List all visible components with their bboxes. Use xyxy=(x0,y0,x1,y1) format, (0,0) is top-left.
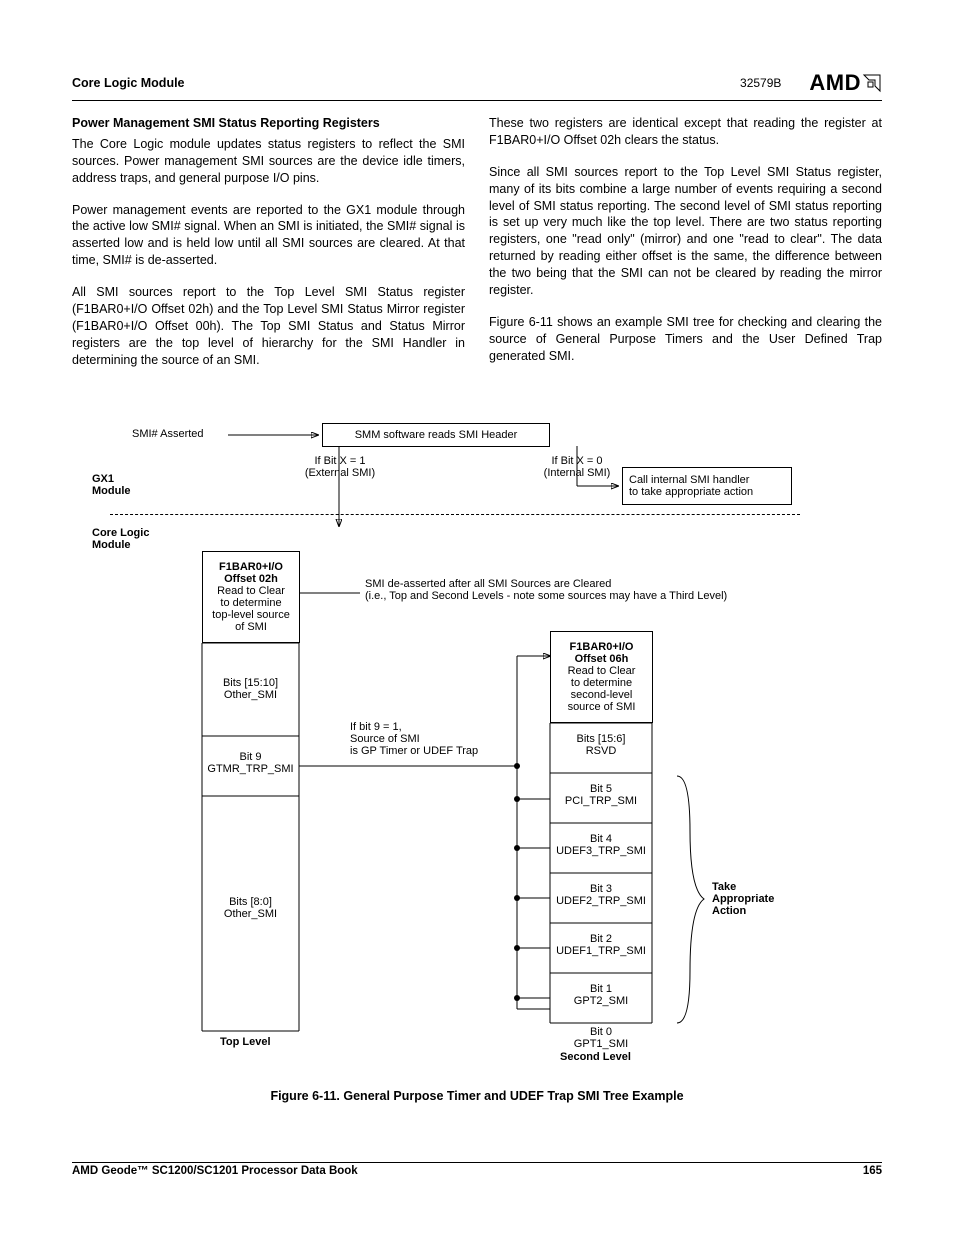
label-ifbit9: If bit 9 = 1, Source of SMI is GP Timer … xyxy=(350,721,478,757)
lbl-lvl-top: Top Level xyxy=(220,1036,271,1048)
lbl-sec-bit1: Bit 1GPT2_SMI xyxy=(550,983,652,1007)
lbl-sec-bit0: Bit 0GPT1_SMI xyxy=(550,1026,652,1050)
lbl-sec-rsvd: Bits [15:6]RSVD xyxy=(550,733,652,757)
box-smm-reads: SMM software reads SMI Header xyxy=(322,423,550,447)
lbl-action: Take Appropriate Action xyxy=(712,881,774,917)
label-bitx1: If Bit X = 1(External SMI) xyxy=(282,455,398,479)
label-smi: SMI# Asserted xyxy=(132,428,204,440)
paragraph: Power management events are reported to … xyxy=(72,202,465,270)
paragraph: The Core Logic module updates status reg… xyxy=(72,136,465,187)
label-bitx0: If Bit X = 0(Internal SMI) xyxy=(522,455,632,479)
subheading: Power Management SMI Status Reporting Re… xyxy=(72,115,465,132)
paragraph: All SMI sources report to the Top Level … xyxy=(72,284,465,368)
lbl-sec-bit5: Bit 5PCI_TRP_SMI xyxy=(550,783,652,807)
paragraph: Since all SMI sources report to the Top … xyxy=(489,164,882,299)
amd-logo: AMD xyxy=(809,70,882,96)
label-core: Core LogicModule xyxy=(92,527,149,551)
lbl-top-b3: Bits [8:0]Other_SMI xyxy=(202,896,299,920)
lbl-sec-bit3: Bit 3UDEF2_TRP_SMI xyxy=(550,883,652,907)
lbl-top-b1: Bits [15:10]Other_SMI xyxy=(202,677,299,701)
label-deasserted: SMI de-asserted after all SMI Sources ar… xyxy=(365,578,727,602)
lbl-top-b2: Bit 9GTMR_TRP_SMI xyxy=(202,751,299,775)
lbl-lvl-sec: Second Level xyxy=(560,1051,631,1063)
box-call-handler: Call internal SMI handlerto take appropr… xyxy=(622,467,792,505)
body-columns: Power Management SMI Status Reporting Re… xyxy=(72,115,882,383)
box-f1bar-02h: F1BAR0+I/O Offset 02h Read to Clear to d… xyxy=(202,551,300,643)
paragraph: Figure 6-11 shows an example SMI tree fo… xyxy=(489,314,882,365)
paragraph: These two registers are identical except… xyxy=(489,115,882,149)
lbl-sec-bit4: Bit 4UDEF3_TRP_SMI xyxy=(550,833,652,857)
box-f1bar-06h: F1BAR0+I/O Offset 06h Read to Clear to d… xyxy=(550,631,653,723)
figure-caption: Figure 6-11. General Purpose Timer and U… xyxy=(72,1089,882,1103)
page-number: 165 xyxy=(863,1165,882,1177)
figure-diagram: SMI# Asserted SMM software reads SMI Hea… xyxy=(72,411,882,1071)
lbl-sec-bit2: Bit 2UDEF1_TRP_SMI xyxy=(550,933,652,957)
footer-title: AMD Geode™ SC1200/SC1201 Processor Data … xyxy=(72,1165,358,1177)
doc-number: 32579B xyxy=(740,76,781,90)
label-gx1: GX1Module xyxy=(92,473,131,497)
section-title: Core Logic Module xyxy=(72,76,185,90)
